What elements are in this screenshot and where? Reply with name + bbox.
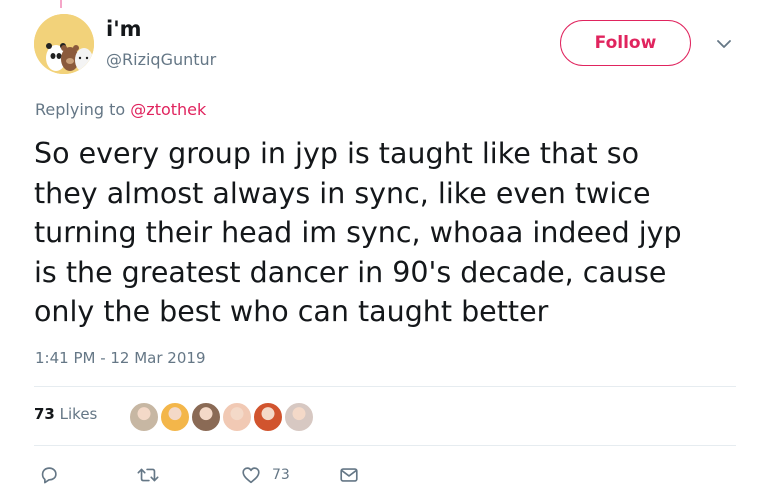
reply-context-prefix: Replying to: [35, 100, 126, 119]
likes-count: 73: [34, 405, 55, 423]
tweet-timestamp[interactable]: 1:41 PM - 12 Mar 2019: [35, 349, 206, 367]
user-handle[interactable]: @RiziqGuntur: [106, 50, 216, 69]
liker-avatar[interactable]: [159, 401, 191, 433]
tweet-text-line: only the best who can taught better: [34, 295, 549, 328]
reply-icon: [41, 467, 57, 484]
tweet-text-line: is the greatest dancer in 90's decade, c…: [34, 255, 667, 289]
liker-avatar[interactable]: [190, 401, 222, 433]
likes-label: Likes: [59, 405, 98, 423]
divider: [34, 386, 736, 387]
chevron-down-icon: [717, 39, 731, 48]
liker-avatar[interactable]: [128, 401, 160, 433]
retweet-icon: [137, 468, 159, 482]
heart-icon: [242, 467, 260, 484]
liker-avatars: [128, 401, 315, 433]
reply-button[interactable]: [38, 462, 60, 488]
display-name[interactable]: i'm: [106, 17, 142, 41]
tweet-text-line: they almost always in sync, like even tw…: [34, 176, 651, 210]
likes-stat[interactable]: 73 Likes: [34, 405, 97, 423]
bears-avatar-icon: [34, 14, 94, 74]
tweet-text-line: So every group in jyp is taught like tha…: [34, 137, 640, 170]
envelope-icon: [340, 468, 358, 482]
more-options-caret[interactable]: [712, 34, 736, 54]
reply-mention-link[interactable]: @ztothek: [130, 100, 206, 119]
tweet-text-line: turning their head im sync, whoaa indeed…: [34, 216, 682, 249]
retweet-button[interactable]: [136, 462, 160, 488]
liker-avatar[interactable]: [252, 401, 284, 433]
tweet-text: So every group in jyp is taught like tha…: [34, 134, 734, 332]
follow-button[interactable]: Follow: [560, 20, 691, 66]
divider: [34, 445, 736, 446]
direct-message-button[interactable]: [338, 462, 360, 488]
thread-line: [60, 0, 62, 8]
avatar[interactable]: [34, 14, 94, 74]
like-button[interactable]: 73: [240, 462, 290, 488]
liker-avatar[interactable]: [221, 401, 253, 433]
liker-avatar[interactable]: [283, 401, 315, 433]
like-count: 73: [272, 467, 290, 483]
reply-context: Replying to @ztothek: [35, 100, 206, 119]
